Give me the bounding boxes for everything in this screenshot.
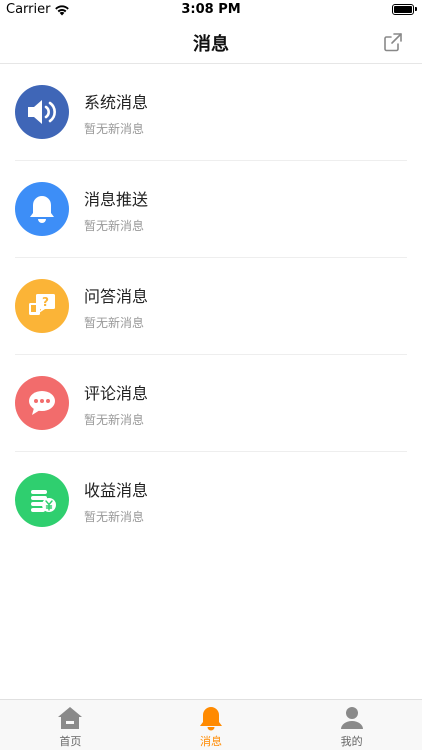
message-title: 系统消息 (84, 93, 149, 112)
battery-icon (392, 4, 417, 15)
page-title: 消息 (193, 34, 229, 55)
message-subtitle: 暂无新消息 (84, 510, 145, 524)
list-item-system-message[interactable]: 系统消息 暂无新消息 (0, 64, 422, 161)
message-subtitle: 暂无新消息 (84, 316, 145, 330)
message-title: 消息推送 (84, 190, 149, 209)
message-title: 收益消息 (84, 481, 149, 500)
speaker-icon (15, 85, 69, 139)
user-icon (340, 707, 363, 729)
tab-label: 首页 (59, 735, 82, 748)
message-title: 评论消息 (84, 384, 149, 403)
comment-icon (15, 376, 69, 430)
list-item-push-message[interactable]: 消息推送 暂无新消息 (0, 161, 422, 258)
svg-text:?: ? (42, 295, 49, 309)
tab-label: 消息 (200, 735, 222, 748)
list-item-earnings-message[interactable]: 收益消息 暂无新消息 (0, 452, 422, 549)
status-bar: Carrier 3:08 PM (0, 0, 422, 22)
tab-home[interactable]: 首页 (0, 700, 141, 750)
tab-bar: 首页 消息 我的 (0, 699, 422, 750)
status-time: 3:08 PM (181, 2, 241, 17)
tab-profile[interactable]: 我的 (281, 700, 422, 750)
tab-messages[interactable]: 消息 (141, 700, 282, 750)
list-item-qa-message[interactable]: ? 问答消息 暂无新消息 (0, 258, 422, 355)
list-item-comment-message[interactable]: 评论消息 暂无新消息 (0, 355, 422, 452)
share-icon[interactable] (382, 31, 404, 53)
nav-bar: 消息 (0, 22, 422, 64)
message-subtitle: 暂无新消息 (84, 122, 145, 136)
question-chat-icon: ? (15, 279, 69, 333)
tab-label: 我的 (340, 735, 363, 748)
message-list: 系统消息 暂无新消息 消息推送 暂无新消息 ? 问答消息 暂无新消息 评论消息 … (0, 64, 422, 549)
bell-icon (15, 182, 69, 236)
message-subtitle: 暂无新消息 (84, 413, 145, 427)
message-title: 问答消息 (84, 287, 149, 306)
bell-icon (200, 707, 222, 731)
message-subtitle: 暂无新消息 (84, 219, 145, 233)
home-icon (58, 707, 83, 729)
coins-yuan-icon (15, 473, 69, 527)
